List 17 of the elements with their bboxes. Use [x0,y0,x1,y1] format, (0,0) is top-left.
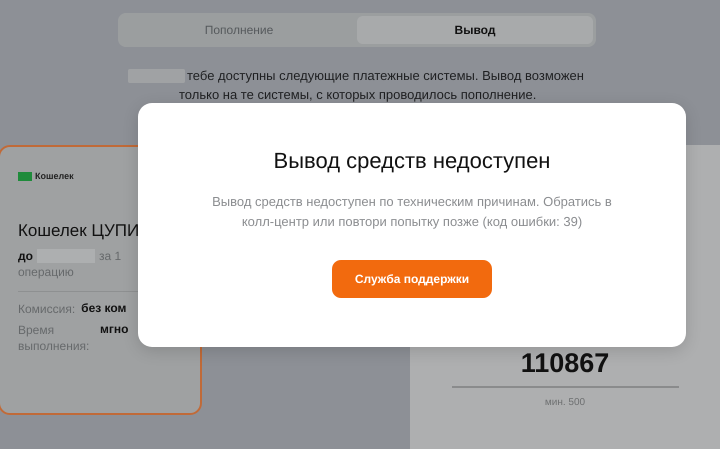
limit-text: операцию [18,265,75,279]
limit-suffix: за 1 [98,249,122,263]
detail-value: без ком [81,301,126,317]
detail-label: Комиссия: [18,301,76,317]
detail-label: Время выполнения: [18,322,90,354]
card-title: Кошелек ЦУПИ [18,221,140,241]
tab[interactable]: Вывод [357,16,593,44]
amount-value: 110867 [452,349,678,388]
dialog-title: Вывод средств недоступен [274,148,550,174]
logo-icon [18,172,32,180]
limit-prefix: до [18,249,33,263]
logo-text: Кошелек [35,171,74,181]
amount-hint: мин. 500 [544,397,586,408]
notice-text: тебе доступны следующие платежные системы. Вывод возможен [187,67,584,85]
notice-text: только на те системы, с которых проводилось пополнение. [178,86,538,104]
dialog-message: Вывод средств недоступен по техническим причинам. Обратись в колл-центр или повтори попытку позже (код ошибки: 39) [211,193,613,231]
detail-value: мгно [100,322,128,338]
